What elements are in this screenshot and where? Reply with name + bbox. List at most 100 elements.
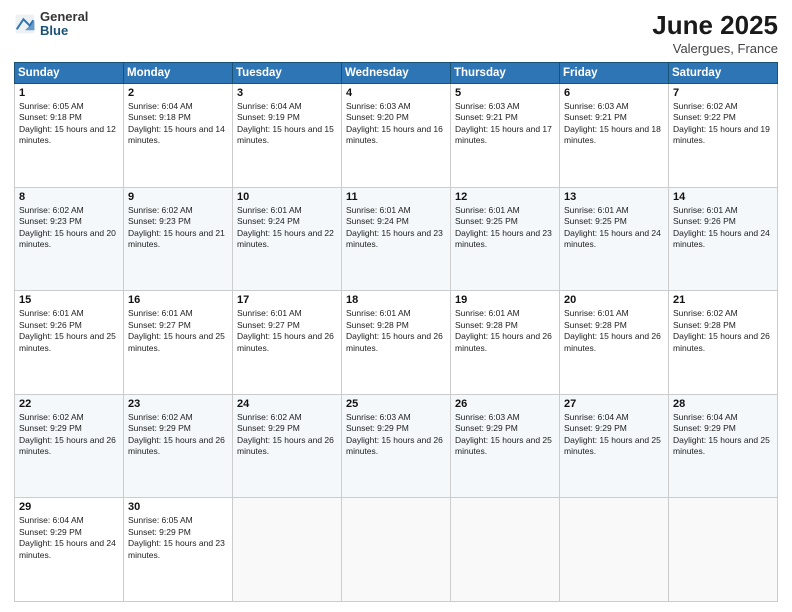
- day-number: 27: [564, 398, 664, 410]
- day-detail: Sunrise: 6:03 AMSunset: 9:29 PMDaylight:…: [455, 412, 552, 456]
- table-row: 29Sunrise: 6:04 AMSunset: 9:29 PMDayligh…: [15, 498, 124, 602]
- day-number: 25: [346, 398, 446, 410]
- day-detail: Sunrise: 6:04 AMSunset: 9:29 PMDaylight:…: [564, 412, 661, 456]
- table-row: 6 Sunrise: 6:03 AMSunset: 9:21 PMDaylight…: [560, 84, 669, 188]
- table-row: 16Sunrise: 6:01 AMSunset: 9:27 PMDayligh…: [124, 291, 233, 395]
- table-row: [669, 498, 778, 602]
- col-thursday: Thursday: [451, 63, 560, 84]
- day-detail: Sunrise: 6:04 AMSunset: 9:29 PMDaylight:…: [19, 515, 116, 559]
- table-row: 5 Sunrise: 6:03 AMSunset: 9:21 PMDaylight…: [451, 84, 560, 188]
- day-number: 8: [19, 191, 119, 203]
- day-detail: Sunrise: 6:02 AMSunset: 9:29 PMDaylight:…: [19, 412, 116, 456]
- day-detail: Sunrise: 6:05 AMSunset: 9:18 PMDaylight:…: [19, 101, 116, 145]
- calendar-week-row: 15 Sunrise: 6:01 AMSunset: 9:26 PMDayligh…: [15, 291, 778, 395]
- day-number: 11: [346, 191, 446, 203]
- table-row: 26Sunrise: 6:03 AMSunset: 9:29 PMDayligh…: [451, 394, 560, 498]
- logo-text: General Blue: [40, 10, 88, 39]
- day-detail: Sunrise: 6:01 AMSunset: 9:28 PMDaylight:…: [455, 308, 552, 352]
- day-detail: Sunrise: 6:02 AMSunset: 9:29 PMDaylight:…: [128, 412, 225, 456]
- day-detail: Sunrise: 6:03 AMSunset: 9:29 PMDaylight:…: [346, 412, 443, 456]
- day-detail: Sunrise: 6:01 AMSunset: 9:28 PMDaylight:…: [564, 308, 661, 352]
- calendar-table: Sunday Monday Tuesday Wednesday Thursday…: [14, 62, 778, 602]
- table-row: 4Sunrise: 6:03 AMSunset: 9:20 PMDaylight…: [342, 84, 451, 188]
- table-row: [451, 498, 560, 602]
- table-row: 27 Sunrise: 6:04 AMSunset: 9:29 PMDayligh…: [560, 394, 669, 498]
- calendar-week-row: 29Sunrise: 6:04 AMSunset: 9:29 PMDayligh…: [15, 498, 778, 602]
- day-detail: Sunrise: 6:02 AMSunset: 9:23 PMDaylight:…: [128, 205, 225, 249]
- table-row: 21 Sunrise: 6:02 AMSunset: 9:28 PMDayligh…: [669, 291, 778, 395]
- page: General Blue June 2025 Valergues, France…: [0, 0, 792, 612]
- day-number: 1: [19, 87, 119, 99]
- col-saturday: Saturday: [669, 63, 778, 84]
- table-row: 3Sunrise: 6:04 AMSunset: 9:19 PMDaylight…: [233, 84, 342, 188]
- logo: General Blue: [14, 10, 88, 39]
- day-detail: Sunrise: 6:01 AMSunset: 9:27 PMDaylight:…: [237, 308, 334, 352]
- col-sunday: Sunday: [15, 63, 124, 84]
- table-row: 30 Sunrise: 6:05 AMSunset: 9:29 PMDayligh…: [124, 498, 233, 602]
- table-row: 20 Sunrise: 6:01 AMSunset: 9:28 PMDayligh…: [560, 291, 669, 395]
- logo-icon: [14, 13, 36, 35]
- day-number: 24: [237, 398, 337, 410]
- title-block: June 2025 Valergues, France: [652, 10, 778, 56]
- day-number: 4: [346, 87, 446, 99]
- month-title: June 2025: [652, 10, 778, 41]
- table-row: 22 Sunrise: 6:02 AMSunset: 9:29 PMDayligh…: [15, 394, 124, 498]
- table-row: 19 Sunrise: 6:01 AMSunset: 9:28 PMDayligh…: [451, 291, 560, 395]
- day-detail: Sunrise: 6:04 AMSunset: 9:29 PMDaylight:…: [673, 412, 770, 456]
- col-friday: Friday: [560, 63, 669, 84]
- day-detail: Sunrise: 6:03 AMSunset: 9:21 PMDaylight:…: [455, 101, 552, 145]
- header: General Blue June 2025 Valergues, France: [14, 10, 778, 56]
- calendar-week-row: 22 Sunrise: 6:02 AMSunset: 9:29 PMDayligh…: [15, 394, 778, 498]
- col-monday: Monday: [124, 63, 233, 84]
- table-row: [342, 498, 451, 602]
- table-row: 9 Sunrise: 6:02 AMSunset: 9:23 PMDaylight…: [124, 187, 233, 291]
- day-detail: Sunrise: 6:01 AMSunset: 9:24 PMDaylight:…: [346, 205, 443, 249]
- day-detail: Sunrise: 6:01 AMSunset: 9:26 PMDaylight:…: [19, 308, 116, 352]
- day-detail: Sunrise: 6:02 AMSunset: 9:22 PMDaylight:…: [673, 101, 770, 145]
- col-wednesday: Wednesday: [342, 63, 451, 84]
- day-number: 19: [455, 294, 555, 306]
- day-number: 16: [128, 294, 228, 306]
- day-detail: Sunrise: 6:01 AMSunset: 9:25 PMDaylight:…: [455, 205, 552, 249]
- day-number: 7: [673, 87, 773, 99]
- day-detail: Sunrise: 6:03 AMSunset: 9:21 PMDaylight:…: [564, 101, 661, 145]
- table-row: [560, 498, 669, 602]
- table-row: 24 Sunrise: 6:02 AMSunset: 9:29 PMDayligh…: [233, 394, 342, 498]
- table-row: 13Sunrise: 6:01 AMSunset: 9:25 PMDayligh…: [560, 187, 669, 291]
- col-tuesday: Tuesday: [233, 63, 342, 84]
- table-row: 18Sunrise: 6:01 AMSunset: 9:28 PMDayligh…: [342, 291, 451, 395]
- day-detail: Sunrise: 6:02 AMSunset: 9:28 PMDaylight:…: [673, 308, 770, 352]
- day-detail: Sunrise: 6:01 AMSunset: 9:24 PMDaylight:…: [237, 205, 334, 249]
- day-number: 30: [128, 501, 228, 513]
- day-number: 2: [128, 87, 228, 99]
- table-row: 8Sunrise: 6:02 AMSunset: 9:23 PMDaylight…: [15, 187, 124, 291]
- day-number: 21: [673, 294, 773, 306]
- day-number: 20: [564, 294, 664, 306]
- day-number: 22: [19, 398, 119, 410]
- location: Valergues, France: [652, 41, 778, 56]
- logo-general-text: General: [40, 10, 88, 24]
- day-number: 23: [128, 398, 228, 410]
- table-row: 28 Sunrise: 6:04 AMSunset: 9:29 PMDayligh…: [669, 394, 778, 498]
- day-number: 17: [237, 294, 337, 306]
- day-number: 6: [564, 87, 664, 99]
- day-number: 9: [128, 191, 228, 203]
- table-row: 17 Sunrise: 6:01 AMSunset: 9:27 PMDayligh…: [233, 291, 342, 395]
- day-detail: Sunrise: 6:04 AMSunset: 9:19 PMDaylight:…: [237, 101, 334, 145]
- logo-blue-text: Blue: [40, 24, 88, 38]
- table-row: 12 Sunrise: 6:01 AMSunset: 9:25 PMDayligh…: [451, 187, 560, 291]
- table-row: 14Sunrise: 6:01 AMSunset: 9:26 PMDayligh…: [669, 187, 778, 291]
- day-detail: Sunrise: 6:04 AMSunset: 9:18 PMDaylight:…: [128, 101, 225, 145]
- calendar-week-row: 8 Sunrise: 6:02 AMSunset: 9:23 PMDaylight…: [15, 187, 778, 291]
- day-detail: Sunrise: 6:02 AMSunset: 9:29 PMDaylight:…: [237, 412, 334, 456]
- table-row: 1 Sunrise: 6:05 AMSunset: 9:18 PMDaylight…: [15, 84, 124, 188]
- day-number: 15: [19, 294, 119, 306]
- day-detail: Sunrise: 6:01 AMSunset: 9:26 PMDaylight:…: [673, 205, 770, 249]
- table-row: 2 Sunrise: 6:04 AMSunset: 9:18 PMDaylight…: [124, 84, 233, 188]
- calendar-week-row: 1 Sunrise: 6:05 AMSunset: 9:18 PMDaylight…: [15, 84, 778, 188]
- day-number: 28: [673, 398, 773, 410]
- day-number: 5: [455, 87, 555, 99]
- day-number: 12: [455, 191, 555, 203]
- day-detail: Sunrise: 6:05 AMSunset: 9:29 PMDaylight:…: [128, 515, 225, 559]
- table-row: 10Sunrise: 6:01 AMSunset: 9:24 PMDayligh…: [233, 187, 342, 291]
